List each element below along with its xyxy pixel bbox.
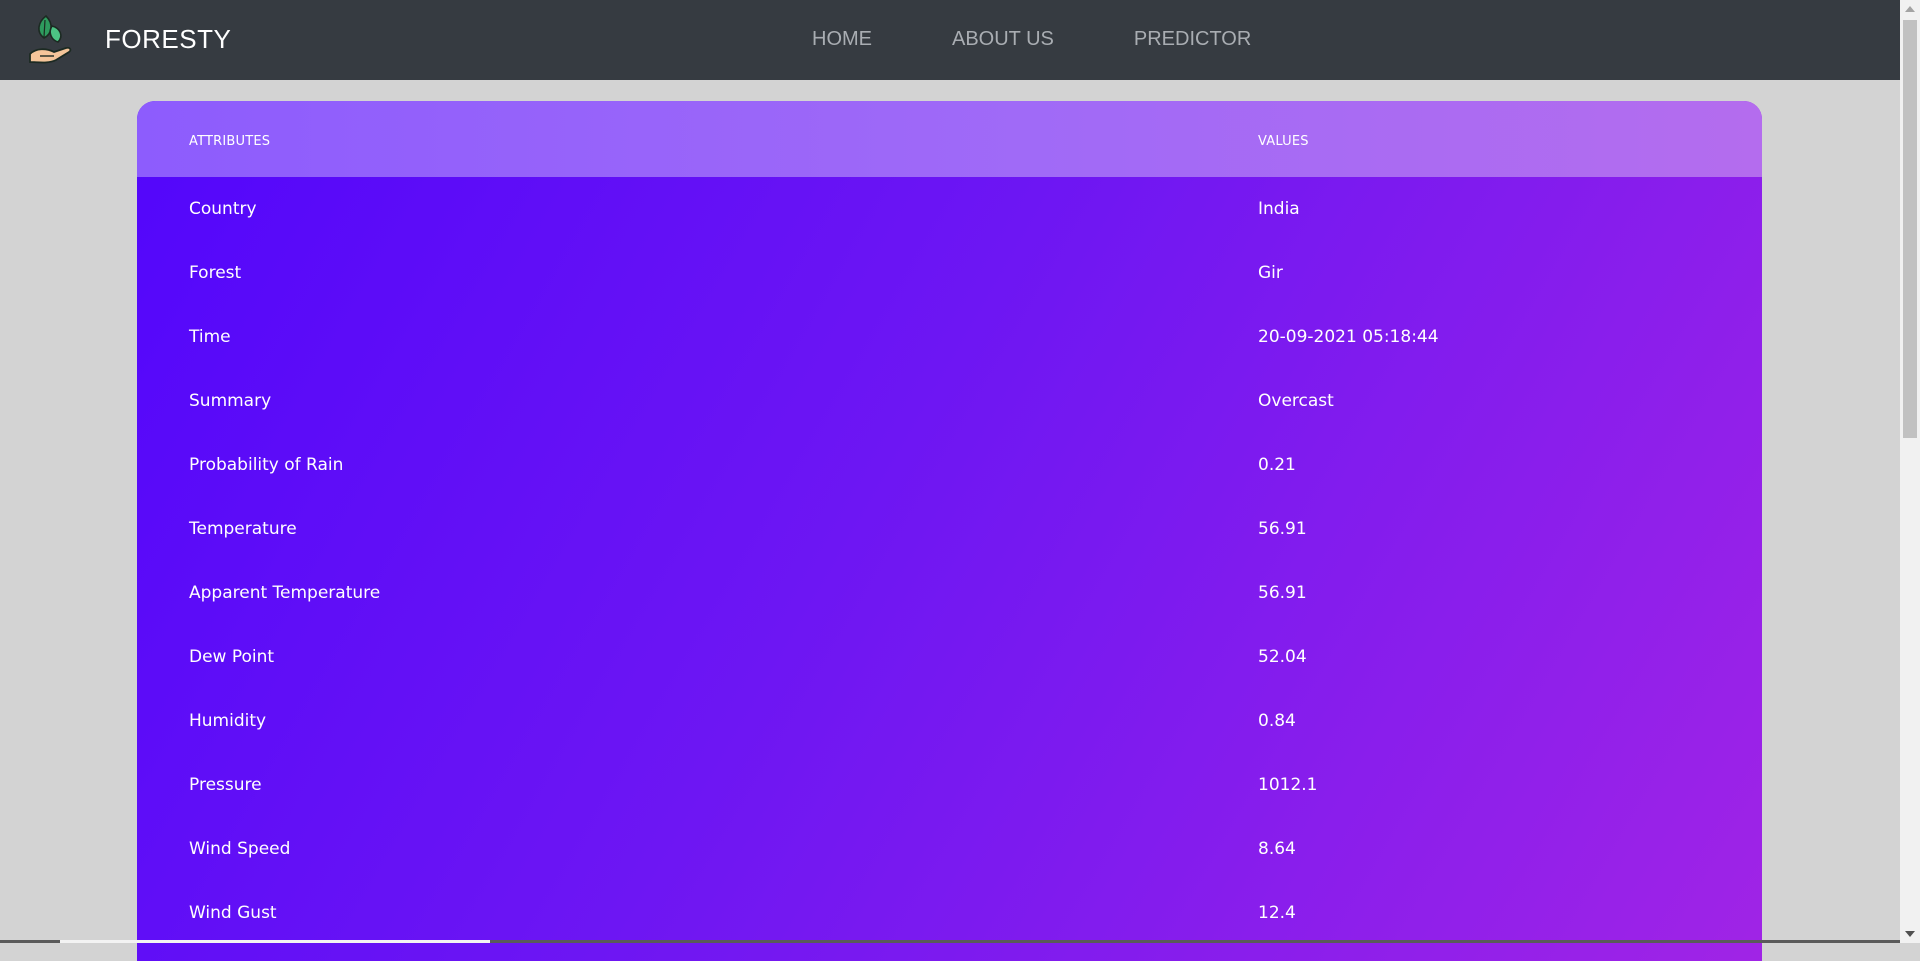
attribute-cell: Forest	[189, 263, 242, 283]
value-cell: 52.04	[1258, 647, 1307, 667]
table-row: Pressure 1012.1	[137, 753, 1762, 817]
weather-attributes-table: ATTRIBUTES VALUES Country India Forest G…	[137, 101, 1762, 961]
brand-name[interactable]: FORESTY	[105, 24, 231, 55]
attributes-column-header: ATTRIBUTES	[189, 134, 271, 149]
scroll-thumb[interactable]	[1903, 20, 1917, 438]
nav-home-link[interactable]: HOME	[812, 28, 872, 51]
table-row: Temperature 56.91	[137, 497, 1762, 561]
attribute-cell: Dew Point	[189, 647, 275, 667]
hand-holding-leaf-icon[interactable]	[26, 12, 76, 68]
nav-about-us-link[interactable]: ABOUT US	[952, 28, 1054, 51]
table-row: Humidity 0.84	[137, 689, 1762, 753]
value-cell: 0.84	[1258, 711, 1296, 731]
value-cell: 12.4	[1258, 903, 1296, 923]
table-row: Wind Speed 8.64	[137, 817, 1762, 881]
value-cell: 0.21	[1258, 455, 1296, 475]
table-row: Forest Gir	[137, 241, 1762, 305]
nav-predictor-link[interactable]: PREDICTOR	[1134, 28, 1251, 51]
value-cell: 56.91	[1258, 583, 1307, 603]
table-row: Probability of Rain 0.21	[137, 433, 1762, 497]
attribute-cell: Pressure	[189, 775, 262, 795]
scroll-up-arrow-icon[interactable]	[1905, 6, 1915, 12]
value-cell: 56.91	[1258, 519, 1307, 539]
value-cell: Gir	[1258, 263, 1283, 283]
navbar: FORESTY HOME ABOUT US PREDICTOR	[0, 0, 1900, 80]
attribute-cell: Wind Speed	[189, 839, 291, 859]
table-header: ATTRIBUTES VALUES	[137, 101, 1762, 177]
table-row: Wind Gust 12.4	[137, 881, 1762, 945]
table-row: Country India	[137, 177, 1762, 241]
attribute-cell: Humidity	[189, 711, 267, 731]
value-cell: India	[1258, 199, 1300, 219]
attribute-cell: Time	[189, 327, 231, 347]
vertical-scrollbar[interactable]	[1900, 0, 1920, 943]
attribute-cell: Temperature	[189, 519, 297, 539]
table-body: Country India Forest Gir Time 20-09-2021…	[137, 177, 1762, 945]
table-row: Dew Point 52.04	[137, 625, 1762, 689]
attribute-cell: Country	[189, 199, 257, 219]
table-row: Apparent Temperature 56.91	[137, 561, 1762, 625]
main-navigation: HOME ABOUT US PREDICTOR	[812, 28, 1251, 51]
table-row: Summary Overcast	[137, 369, 1762, 433]
values-column-header: VALUES	[1258, 134, 1309, 149]
scroll-down-arrow-icon[interactable]	[1905, 931, 1915, 937]
attribute-cell: Summary	[189, 391, 272, 411]
value-cell: 20-09-2021 05:18:44	[1258, 327, 1439, 347]
value-cell: Overcast	[1258, 391, 1334, 411]
value-cell: 1012.1	[1258, 775, 1318, 795]
attribute-cell: Wind Gust	[189, 903, 277, 923]
value-cell: 8.64	[1258, 839, 1296, 859]
table-row: Time 20-09-2021 05:18:44	[137, 305, 1762, 369]
attribute-cell: Apparent Temperature	[189, 583, 381, 603]
attribute-cell: Probability of Rain	[189, 455, 344, 475]
